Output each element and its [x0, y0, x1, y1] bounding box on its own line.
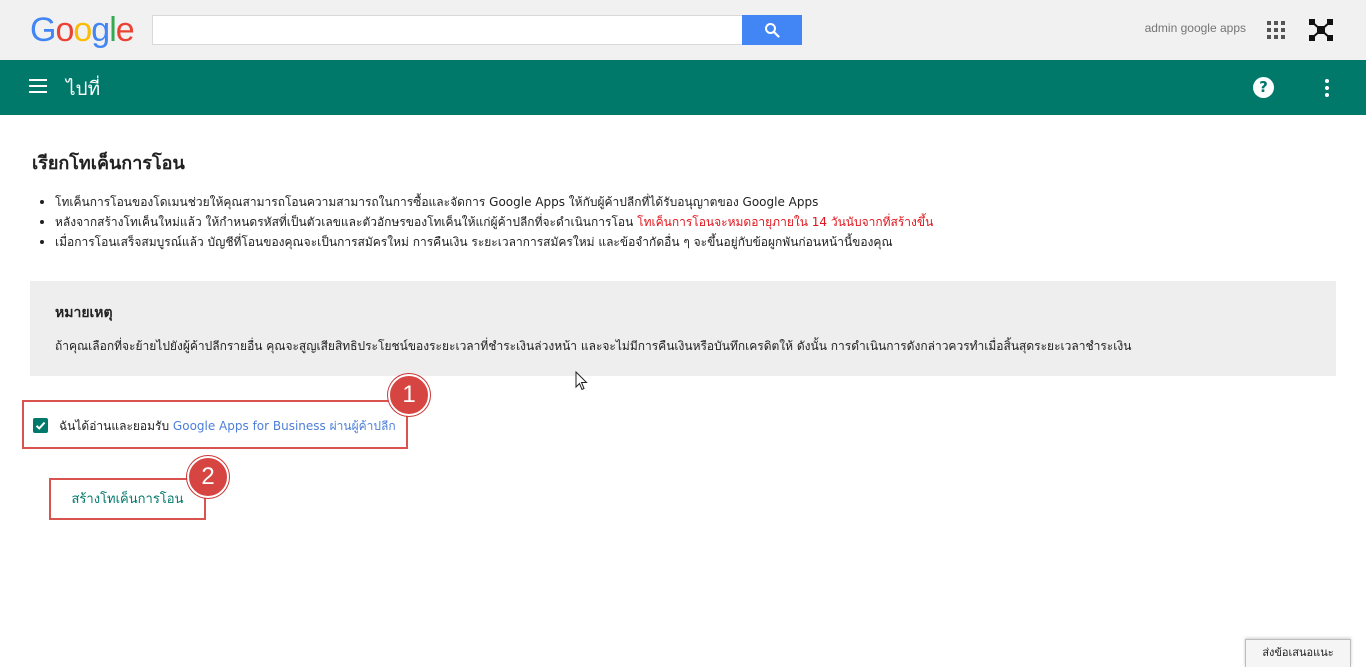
list-item: โทเค็นการโอนของโดเมนช่วยให้คุณสามารถโอนค… — [38, 192, 1318, 212]
agreement-label: ฉันได้อ่านและยอมรับ Google Apps for Busi… — [59, 419, 396, 433]
more-options-icon[interactable] — [1324, 79, 1329, 97]
help-icon[interactable]: ? — [1253, 77, 1274, 98]
step-badge-1: 1 — [388, 374, 430, 416]
step-badge-2: 2 — [187, 456, 229, 498]
top-bar: Google admin google apps — [0, 0, 1366, 60]
create-transfer-token-button[interactable]: สร้างโทเค็นการโอน — [49, 478, 206, 520]
search-icon — [765, 23, 780, 38]
agreement-checkbox[interactable] — [33, 418, 48, 433]
navigation-bar: ไปที่ ? — [0, 60, 1366, 115]
list-item: หลังจากสร้างโทเค็นใหม่แล้ว ให้กำหนดรหัสท… — [38, 212, 1318, 232]
account-name[interactable]: admin google apps — [1145, 21, 1246, 35]
logo-letter-o1: o — [55, 11, 74, 49]
mouse-cursor-icon — [575, 371, 588, 391]
agreement-row: ฉันได้อ่านและยอมรับ Google Apps for Busi… — [22, 400, 408, 449]
send-feedback-button[interactable]: ส่งข้อเสนอแนะ — [1245, 639, 1351, 667]
checkmark-icon — [35, 421, 46, 430]
search-button[interactable] — [742, 15, 802, 45]
search-input[interactable] — [152, 15, 743, 45]
logo-letter-e: e — [115, 11, 135, 49]
avatar[interactable] — [1307, 17, 1335, 43]
page-title: เรียกโทเค็นการโอน — [32, 153, 185, 174]
note-box: หมายเหตุ ถ้าคุณเลือกที่จะย้ายไปยังผู้ค้า… — [30, 281, 1336, 376]
note-title: หมายเหตุ — [55, 305, 113, 321]
terms-link[interactable]: Google Apps for Business ผ่านผู้ค้าปลีก — [173, 419, 396, 433]
logo-letter-g2: g — [91, 11, 110, 49]
note-text: ถ้าคุณเลือกที่จะย้ายไปยังผู้ค้าปลีกรายอื… — [55, 339, 1132, 353]
google-logo[interactable]: Google — [30, 11, 135, 49]
nav-title[interactable]: ไปที่ — [66, 74, 100, 104]
hamburger-menu-icon[interactable] — [29, 79, 47, 95]
expiry-warning: โทเค็นการโอนจะหมดอายุภายใน 14 วันนับจากท… — [637, 215, 934, 229]
info-list: โทเค็นการโอนของโดเมนช่วยให้คุณสามารถโอนค… — [38, 192, 1318, 252]
list-item: เมื่อการโอนเสร็จสมบูรณ์แล้ว บัญชีที่โอนข… — [38, 232, 1318, 252]
apps-grid-icon[interactable] — [1267, 21, 1285, 39]
logo-letter-g: G — [30, 11, 56, 49]
logo-letter-o2: o — [73, 11, 92, 49]
